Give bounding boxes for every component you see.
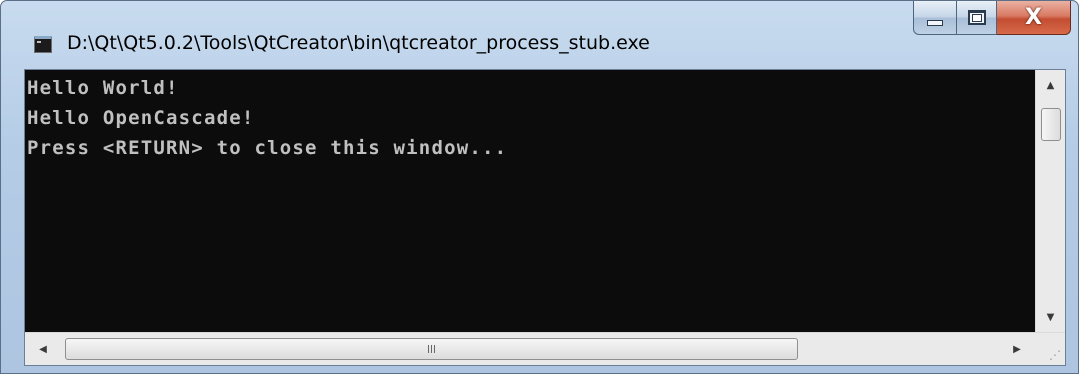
maximize-icon — [967, 10, 986, 25]
resize-grip-icon[interactable] — [1035, 332, 1065, 365]
arrow-up-icon: ▲ — [1046, 79, 1055, 91]
scroll-up-button[interactable]: ▲ — [1036, 70, 1065, 100]
horizontal-scrollbar[interactable]: ◀ ▶ — [25, 332, 1035, 365]
grip-icon — [428, 345, 435, 353]
console-output[interactable]: Hello World! Hello OpenCascade! Press <R… — [25, 70, 1035, 332]
console-line: Hello World! — [27, 77, 179, 99]
arrow-right-icon: ▶ — [1013, 343, 1021, 355]
vertical-scrollbar[interactable]: ▲ ▼ — [1035, 70, 1065, 332]
minimize-icon — [927, 19, 943, 26]
close-button[interactable]: X — [997, 1, 1071, 35]
close-icon: X — [1025, 4, 1042, 30]
scroll-left-button[interactable]: ◀ — [25, 333, 61, 365]
console-app-icon[interactable] — [34, 36, 52, 53]
console-client-area: Hello World! Hello OpenCascade! Press <R… — [24, 69, 1066, 366]
arrow-down-icon: ▼ — [1046, 311, 1055, 323]
title-bar[interactable]: D:\Qt\Qt5.0.2\Tools\QtCreator\bin\qtcrea… — [1, 1, 1078, 69]
scroll-right-button[interactable]: ▶ — [999, 333, 1035, 365]
console-line: Press <RETURN> to close this window... — [27, 137, 508, 159]
maximize-button[interactable] — [957, 1, 997, 35]
console-window: D:\Qt\Qt5.0.2\Tools\QtCreator\bin\qtcrea… — [0, 0, 1079, 374]
console-line: Hello OpenCascade! — [27, 107, 255, 129]
vertical-scroll-thumb[interactable] — [1041, 108, 1061, 141]
horizontal-scroll-thumb[interactable] — [65, 338, 798, 360]
window-title: D:\Qt\Qt5.0.2\Tools\QtCreator\bin\qtcrea… — [67, 32, 650, 54]
scroll-down-button[interactable]: ▼ — [1036, 302, 1065, 332]
arrow-left-icon: ◀ — [39, 343, 47, 355]
minimize-button[interactable] — [913, 1, 957, 35]
caption-buttons: X — [913, 1, 1071, 37]
